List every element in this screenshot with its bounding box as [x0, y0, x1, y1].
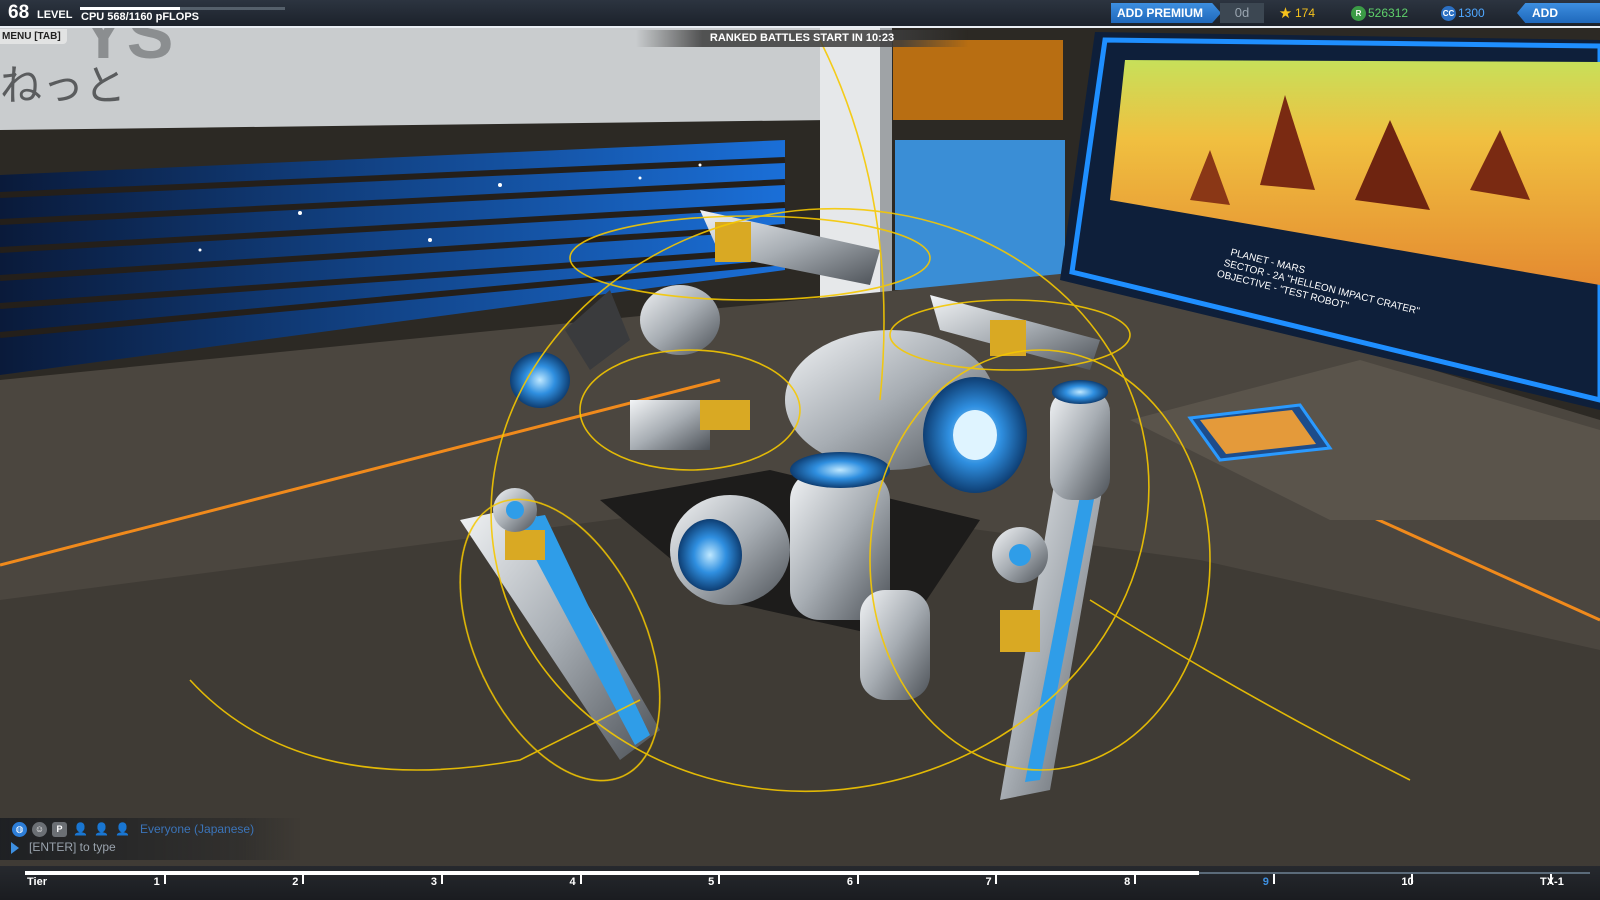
tier-tick [579, 874, 582, 884]
cosmetic-credits-icon: CC [1441, 6, 1456, 22]
chat-arrow-icon [11, 842, 19, 854]
tier-label-tier: Tier [27, 876, 47, 888]
add-funds-button[interactable]: ADD FUNDS [1517, 3, 1600, 23]
tier-tick [440, 874, 443, 884]
tier-tick [163, 874, 166, 884]
ranked-battles-banner: RANKED BATTLES START IN 10:23 [636, 30, 968, 47]
user-3-icon[interactable]: 👤 [115, 822, 130, 837]
tier-tick [856, 874, 859, 884]
tier-tick [995, 874, 998, 884]
cpu-readout: CPU 568/1160 pFLOPS [81, 11, 199, 23]
tier-label-5: 5 [708, 876, 715, 888]
user-1-icon[interactable]: 👤 [73, 822, 88, 837]
wall-text-japanese: ねっと [0, 61, 126, 110]
add-premium-button[interactable]: ADD PREMIUM [1111, 3, 1221, 23]
tier-label-2: 2 [292, 876, 299, 888]
menu-tab-button[interactable]: MENU [TAB] [0, 29, 67, 44]
user-2-icon[interactable]: 👤 [94, 822, 109, 837]
tier-label-6: 6 [846, 876, 853, 888]
premium-days-remaining: 0d [1220, 3, 1264, 23]
tier-label-7: 7 [985, 876, 992, 888]
cpu-bar-fill [80, 7, 181, 10]
tier-tick [1411, 874, 1414, 884]
player-level-number: 68 [8, 2, 30, 23]
p-icon[interactable]: P [52, 822, 67, 837]
top-hud: 68 LEVEL CPU 568/1160 pFLOPS ADD PREMIUM… [0, 0, 1600, 28]
chat-channel-label[interactable]: Everyone (Japanese) [140, 822, 254, 836]
player-level-label: LEVEL [37, 9, 73, 21]
tier-label-9: 9 [1262, 876, 1269, 888]
tier-label-4: 4 [569, 876, 576, 888]
chat-input[interactable] [29, 838, 269, 856]
tier-progress-fill [25, 871, 1199, 875]
robits-counter: R 526312 [1351, 4, 1408, 22]
tier-tick [1134, 874, 1137, 884]
person-icon[interactable]: ☺ [32, 822, 47, 837]
tier-tick [1550, 874, 1552, 884]
tier-tick [1272, 874, 1275, 884]
tier-tick [302, 874, 305, 884]
stars-counter: ★ 174 [1278, 4, 1315, 22]
robits-value: 526312 [1368, 6, 1409, 20]
robits-icon: R [1351, 6, 1366, 22]
star-icon: ★ [1278, 5, 1293, 23]
tier-label-3: 3 [430, 876, 438, 888]
cosmetic-credits-value: 1300 [1458, 6, 1485, 20]
cosmetic-credits-counter: CC 1300 [1441, 4, 1485, 22]
tier-label-8: 8 [1124, 876, 1131, 888]
cpu-bar [80, 7, 285, 10]
stars-value: 174 [1295, 6, 1316, 20]
tier-label-1: 1 [153, 876, 160, 888]
globe-icon[interactable]: ◍ [12, 822, 27, 837]
garage-scene: YS ねっと PLANET - MARS SECTOR - 2A "HELLEO… [0, 0, 1600, 900]
tier-tick [718, 874, 721, 884]
